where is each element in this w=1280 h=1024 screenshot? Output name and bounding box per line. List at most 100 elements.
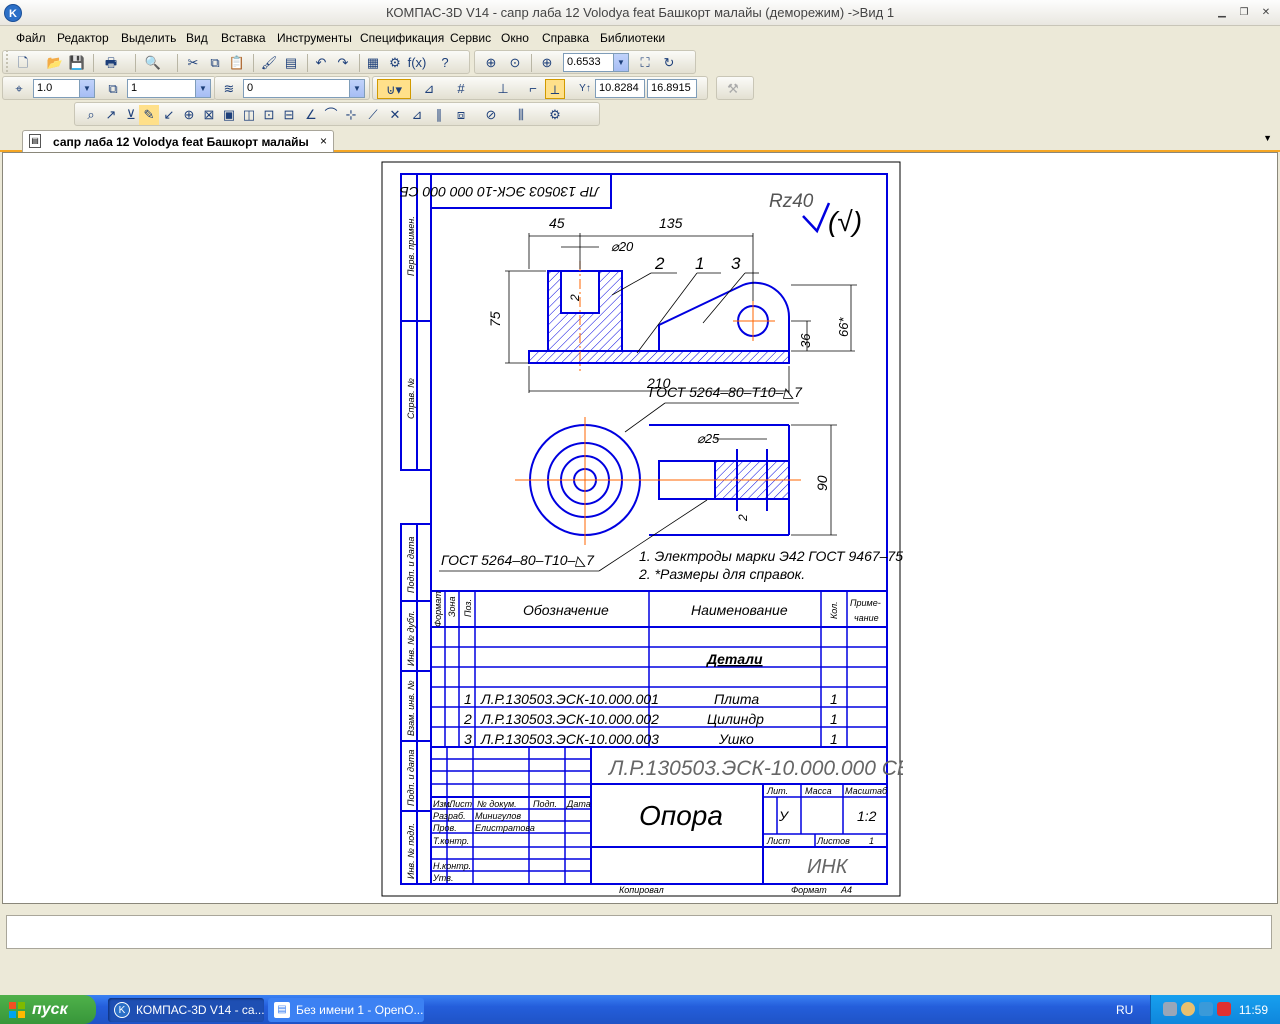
weld-mark-front: 2: [568, 294, 582, 302]
zoom-shift-icon[interactable]: ⊙: [505, 53, 525, 73]
menu-view[interactable]: Вид: [186, 31, 208, 45]
restore-icon[interactable]: ❐: [1236, 5, 1252, 21]
coord-x-field[interactable]: 10.8284: [595, 79, 645, 98]
close-icon[interactable]: ✕: [1258, 5, 1274, 21]
show-all-icon[interactable]: ⛶: [635, 53, 655, 73]
drawing-sheet[interactable]: Перв. примен. Справ. № Подп. и дата Инв.…: [381, 161, 903, 899]
taskbar-item-kompas-label: КОМПАС-3D V14 - са...: [136, 1003, 264, 1017]
coordinates-icon[interactable]: Y↑: [575, 79, 595, 99]
snap-normal-icon[interactable]: ⊟: [279, 105, 299, 125]
menu-tools[interactable]: Инструменты: [277, 31, 352, 45]
new-document-icon[interactable]: 🗋: [13, 53, 33, 73]
menu-service[interactable]: Сервис: [450, 31, 491, 45]
undo-icon[interactable]: ↶: [311, 53, 331, 73]
step-field[interactable]: 1.0 ▼: [33, 79, 95, 98]
dim-66: 66*: [836, 317, 851, 337]
snap-nearest-point-icon[interactable]: ⊹: [341, 105, 361, 125]
view-state-icon[interactable]: ⧉: [103, 79, 123, 99]
manager-icon[interactable]: ▦: [363, 53, 383, 73]
alert-icon[interactable]: [1217, 1002, 1231, 1016]
variables-icon[interactable]: ⚙: [385, 53, 405, 73]
snap-middle-icon[interactable]: ⊻: [121, 105, 141, 125]
help-pointer-icon[interactable]: ?: [435, 53, 455, 73]
menu-help[interactable]: Справка: [542, 31, 589, 45]
spec-row-3-pos: 3: [464, 731, 472, 747]
snap-off-icon[interactable]: ⊘: [481, 105, 501, 125]
taskbar-item-openoffice[interactable]: ▤ Без имени 1 - OpenO...: [268, 998, 424, 1022]
format-brush-icon[interactable]: 🖌: [259, 53, 279, 73]
snap-perp-icon[interactable]: ⊿: [407, 105, 427, 125]
start-button[interactable]: пуск: [0, 995, 96, 1024]
monitor-icon[interactable]: [1199, 1002, 1213, 1016]
language-indicator[interactable]: RU: [1116, 1003, 1133, 1017]
windows-logo-icon: [9, 1002, 25, 1018]
paste-icon[interactable]: 📋: [227, 53, 247, 73]
menu-libraries[interactable]: Библиотеки: [600, 31, 665, 45]
save-icon[interactable]: 💾: [67, 53, 87, 73]
layers-icon[interactable]: ≋: [219, 79, 239, 99]
copy-icon[interactable]: ⧉: [205, 53, 225, 73]
zoom-in-icon[interactable]: ⊕: [537, 53, 557, 73]
snap-nearest-icon[interactable]: ⌕: [81, 105, 101, 125]
property-panel-area: [0, 905, 1280, 995]
ortho-icon[interactable]: ⊿: [419, 79, 439, 99]
zoom-window-icon[interactable]: ⊕: [481, 53, 501, 73]
snap-end-icon[interactable]: ↗: [101, 105, 121, 125]
cut-icon[interactable]: ✂: [183, 53, 203, 73]
orthogonal-mode-icon[interactable]: ⌐: [523, 79, 543, 99]
snap-cross-icon[interactable]: ✕: [385, 105, 405, 125]
open-folder-icon[interactable]: 📂: [45, 53, 65, 73]
tab-list-dropdown-icon[interactable]: ▼: [1263, 133, 1272, 143]
round-mode-icon[interactable]: ⟂: [545, 79, 565, 99]
tab-close-icon[interactable]: ×: [320, 134, 327, 148]
refresh-icon[interactable]: ↻: [659, 53, 679, 73]
cursor-step-icon[interactable]: ⌖: [9, 79, 29, 99]
menu-edit[interactable]: Редактор: [57, 31, 109, 45]
disabled-tool-icon[interactable]: ⚒: [723, 79, 743, 99]
snap-quadrant-icon[interactable]: ⊕: [179, 105, 199, 125]
snap-parallel-icon[interactable]: ∥: [429, 105, 449, 125]
properties-icon[interactable]: ▤: [281, 53, 301, 73]
snap-curve-icon[interactable]: ⌒: [321, 105, 341, 125]
menu-insert[interactable]: Вставка: [221, 31, 266, 45]
view-field[interactable]: 1 ▼: [127, 79, 211, 98]
dim-36: 36: [798, 333, 813, 348]
local-cs-icon[interactable]: ⊥: [493, 79, 513, 99]
minimize-icon[interactable]: ▁: [1214, 5, 1230, 21]
toolbar-grip[interactable]: [3, 51, 11, 73]
messenger-icon[interactable]: [1181, 1002, 1195, 1016]
snap-tangent-icon[interactable]: ⊡: [259, 105, 279, 125]
snap-line-icon[interactable]: ⟋: [363, 105, 383, 125]
print-icon[interactable]: 🖶: [101, 53, 121, 73]
menu-select[interactable]: Выделить: [121, 31, 176, 45]
drawing-canvas[interactable]: Перв. примен. Справ. № Подп. и дата Инв.…: [2, 152, 1278, 904]
snap-grid-icon[interactable]: ▣: [219, 105, 239, 125]
position-3: 3: [731, 254, 741, 273]
menu-file[interactable]: Файл: [16, 31, 46, 45]
snap-center-icon[interactable]: ✎: [139, 105, 159, 125]
zoom-field[interactable]: 0.6533 ▼: [563, 53, 629, 72]
side-label-5: Взам. инв. №: [406, 680, 416, 736]
snap-settings-icon[interactable]: ⚙: [545, 105, 565, 125]
snap-align-icon[interactable]: ◫: [239, 105, 259, 125]
stamp-h-sign: Подп.: [533, 799, 557, 809]
network-icon[interactable]: [1163, 1002, 1177, 1016]
snap-point-icon[interactable]: ⊠: [199, 105, 219, 125]
grid-icon[interactable]: #: [451, 79, 471, 99]
snap-angle-icon[interactable]: ∠: [301, 105, 321, 125]
layer-field[interactable]: 0 ▼: [243, 79, 365, 98]
print-preview-icon[interactable]: 🔍: [143, 53, 163, 73]
property-panel[interactable]: [6, 915, 1272, 949]
redo-icon[interactable]: ↷: [333, 53, 353, 73]
tab-document[interactable]: ▤ сапр лаба 12 Volodya feat Башкорт мала…: [22, 130, 334, 152]
snap-magnet-icon[interactable]: ⊍▾: [377, 79, 411, 99]
function-icon[interactable]: f(x): [407, 53, 427, 73]
taskbar-item-kompas[interactable]: K КОМПАС-3D V14 - са...: [108, 998, 264, 1022]
snap-intersect-icon[interactable]: ↙: [159, 105, 179, 125]
coord-y-field[interactable]: 16.8915: [647, 79, 697, 98]
snap-frame-icon[interactable]: ⧈: [451, 105, 471, 125]
menu-specification[interactable]: Спецификация: [360, 31, 444, 45]
dim-90: 90: [814, 475, 830, 491]
menu-window[interactable]: Окно: [501, 31, 529, 45]
snap-columns-icon[interactable]: ⫼: [511, 105, 531, 125]
